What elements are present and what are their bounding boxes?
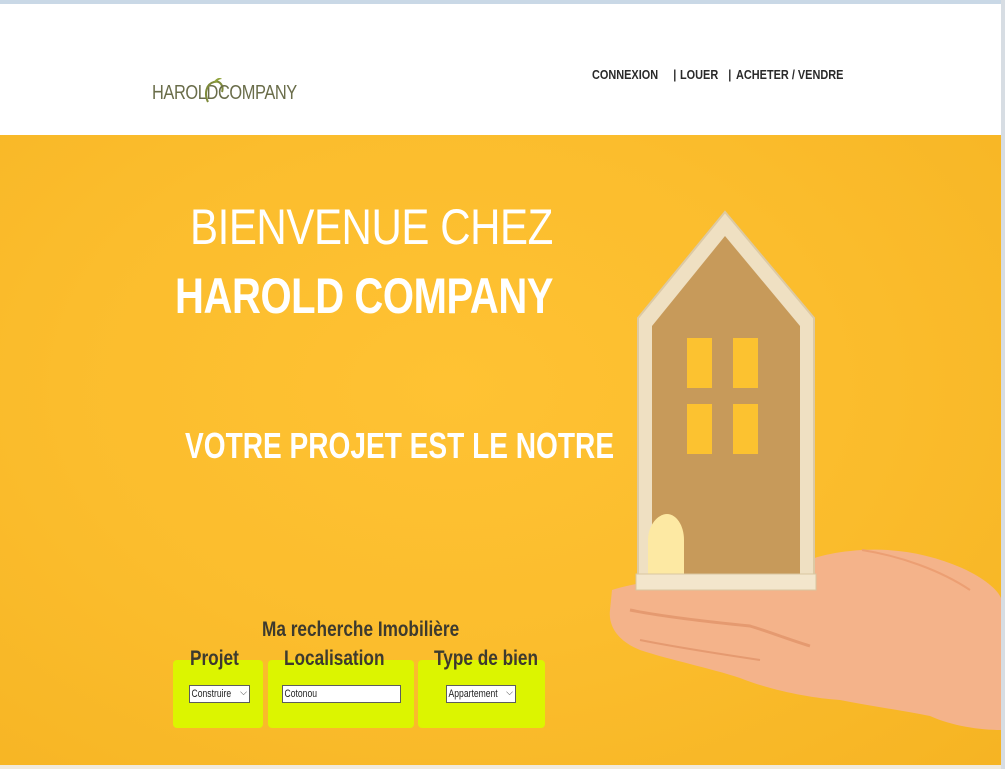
- chevron-down-icon: ⌵: [240, 687, 247, 697]
- hero-title-line2: HAROLD COMPANY: [175, 268, 554, 324]
- site-header: HAROLD COMPANY CONNEXION | LOUER | ACHET…: [0, 4, 1001, 135]
- projet-label: Projet: [190, 647, 239, 670]
- projet-select-value: Construire: [191, 688, 232, 700]
- page-bottom-edge: [0, 765, 1001, 769]
- nav-connexion[interactable]: CONNEXION: [592, 67, 658, 82]
- nav-separator: |: [673, 66, 677, 82]
- nav-louer[interactable]: LOUER: [680, 67, 718, 82]
- main-nav: CONNEXION | LOUER | ACHETER / VENDRE: [592, 65, 863, 83]
- nav-separator: |: [728, 66, 732, 82]
- site-logo[interactable]: HAROLD COMPANY: [152, 76, 297, 110]
- hero-tagline: VOTRE PROJET EST LE NOTRE: [185, 425, 615, 466]
- localisation-label: Localisation: [284, 647, 385, 670]
- scrollbar-track[interactable]: [1001, 0, 1005, 769]
- search-title: Ma recherche Imobilière: [262, 618, 460, 641]
- hero-title-line1: BIENVENUE CHEZ: [190, 199, 553, 255]
- chevron-down-icon: ⌵: [506, 687, 513, 697]
- hero-banner: BIENVENUE CHEZ HAROLD COMPANY VOTRE PROJ…: [0, 135, 1001, 765]
- localisation-input[interactable]: Cotonou: [282, 685, 401, 703]
- type-label: Type de bien: [434, 647, 538, 670]
- localisation-input-value: Cotonou: [284, 688, 318, 700]
- type-select[interactable]: Appartement ⌵: [446, 685, 516, 703]
- logo-word-company: COMPANY: [218, 82, 297, 104]
- type-select-value: Appartement: [448, 688, 498, 700]
- nav-acheter-vendre[interactable]: ACHETER / VENDRE: [736, 67, 843, 82]
- hero-house-in-hand-image: [609, 210, 1001, 730]
- projet-select[interactable]: Construire ⌵: [189, 685, 250, 703]
